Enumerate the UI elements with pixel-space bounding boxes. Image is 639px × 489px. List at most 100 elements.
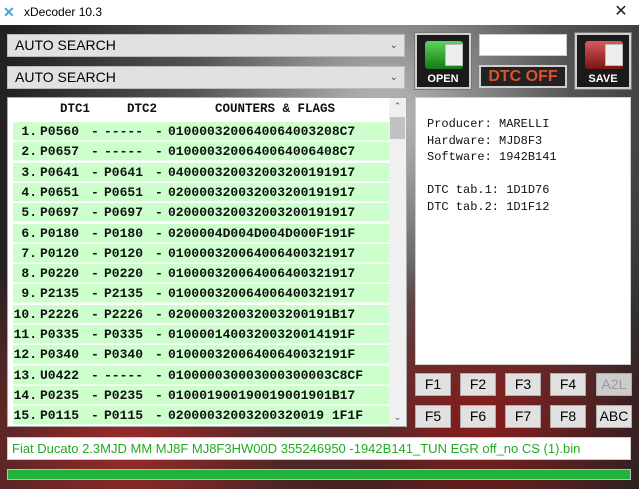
table-row[interactable]: 11. P0335- P0335-01000014003200320014191F: [13, 325, 389, 344]
row-number: 7.: [21, 245, 37, 261]
function-button-f5[interactable]: F5: [415, 405, 451, 428]
row-number: 8.: [21, 266, 37, 282]
table-row[interactable]: 10. P2226- P2226-020000320032003200191B17: [13, 304, 389, 324]
dtc-off-button[interactable]: DTC OFF: [479, 65, 567, 88]
dtc2: P0340: [104, 347, 144, 363]
table-row[interactable]: 12. P0340- P0340-01000032006400640032191F: [13, 345, 389, 365]
red-folder-icon: [585, 41, 623, 69]
chevron-down-icon: ⌄: [389, 72, 398, 83]
function-button-f1[interactable]: F1: [415, 373, 451, 396]
dtc2: P0220: [104, 266, 144, 282]
counters-flags: 010000320064006400321917: [168, 266, 356, 282]
sep: -: [91, 387, 99, 403]
sep: -: [155, 408, 163, 424]
dtc2: P0180: [104, 225, 144, 241]
counters-flags: 010000320064006400321917: [168, 286, 356, 302]
dtc1: P0120: [40, 245, 80, 261]
table-row[interactable]: 8. P0220- P0220-010000320064006400321917: [13, 264, 389, 284]
dtc2: P0115: [104, 408, 144, 424]
table-row[interactable]: 7. P0120- P0120-010000320064006400321917: [13, 243, 389, 263]
open-button[interactable]: OPEN: [414, 32, 472, 90]
counters-flags: 010001900190019001901B17: [168, 387, 356, 403]
scroll-thumb[interactable]: [390, 117, 405, 139]
table-row[interactable]: 1. P0560- ----- -0100003200640064003208C7: [13, 122, 389, 141]
function-button-f8[interactable]: F8: [550, 405, 586, 428]
dtc1: P0235: [40, 387, 80, 403]
sep: -: [91, 367, 99, 383]
sep: -: [155, 225, 163, 241]
green-folder-icon: [425, 41, 463, 69]
close-button[interactable]: ✕: [608, 2, 634, 22]
table-row[interactable]: 15. P0115- P0115-02000032003200320019 1F1F: [13, 406, 389, 426]
table-row[interactable]: 13. U0422- ----- -010000030003000300003C8CF: [13, 365, 389, 385]
sep: -: [91, 184, 99, 200]
table-row[interactable]: 3. P0641- P0641-040000320032003200191917: [13, 162, 389, 182]
sep: -: [91, 266, 99, 282]
table-row[interactable]: 9. P2135- P2135-010000320064006400321917: [13, 284, 389, 304]
table-row[interactable]: 4. P0651- P0651-020000320032003200191917: [13, 182, 389, 202]
select-value: AUTO SEARCH: [15, 37, 116, 53]
counters-flags: 0200004D004D004D000F191F: [168, 225, 356, 241]
dtc2: P0651: [104, 184, 144, 200]
sep: -: [155, 347, 163, 363]
dtc1: P0657: [40, 144, 80, 160]
save-button[interactable]: SAVE: [574, 32, 632, 90]
dtc1: P0180: [40, 225, 80, 241]
sep: -: [155, 306, 163, 322]
row-number: 13.: [13, 367, 37, 383]
function-button-f7[interactable]: F7: [505, 405, 541, 428]
dtc1: P0115: [40, 408, 80, 424]
function-button-a2l[interactable]: A2L: [596, 373, 632, 396]
search-mode-select-2[interactable]: AUTO SEARCH ⌄: [7, 66, 405, 89]
dtc2: P0697: [104, 205, 144, 221]
table-row[interactable]: 14. P0235- P0235-010001900190019001901B17: [13, 385, 389, 405]
dtc2: P0335: [104, 327, 144, 342]
sep: -: [91, 164, 99, 180]
function-button-f4[interactable]: F4: [550, 373, 586, 396]
sep: -: [155, 144, 163, 160]
sep: -: [91, 124, 99, 139]
ecu-info-panel: Producer: MARELLI Hardware: MJD8F3 Softwar…: [415, 97, 631, 365]
info-line: Software: 1942B141: [427, 150, 557, 164]
sep: -: [91, 225, 99, 241]
sep: -: [155, 327, 163, 342]
dtc1: U0422: [40, 367, 80, 383]
row-number: 9.: [21, 286, 37, 302]
dtc2: P2135: [104, 286, 144, 302]
counters-flags: 020000320032003200191B17: [168, 306, 356, 322]
dtc2: -----: [104, 144, 144, 160]
table-row[interactable]: 5. P0697- P0697-020000320032003200191917: [13, 203, 389, 223]
scroll-up-icon[interactable]: ⌃: [389, 98, 406, 115]
x-logo-icon: ✕: [3, 4, 15, 20]
sep: -: [155, 387, 163, 403]
list-scrollbar[interactable]: ⌃ ⌄: [389, 98, 406, 426]
sep: -: [91, 245, 99, 261]
scroll-down-icon[interactable]: ⌄: [389, 409, 406, 426]
sep: -: [91, 286, 99, 302]
dtc2: P0641: [104, 164, 144, 180]
counters-flags: 010000030003000300003C8CF: [168, 367, 364, 383]
function-button-f3[interactable]: F3: [505, 373, 541, 396]
dtc1: P0641: [40, 164, 80, 180]
function-button-f2[interactable]: F2: [460, 373, 496, 396]
info-line: Producer: MARELLI: [427, 117, 550, 131]
dtc1: P2135: [40, 286, 80, 302]
function-button-abc[interactable]: ABC: [596, 405, 632, 428]
progress-bar: [7, 469, 631, 480]
row-number: 1.: [21, 124, 37, 139]
counters-flags: 02000032003200320019 1F1F: [168, 408, 364, 424]
function-button-f6[interactable]: F6: [460, 405, 496, 428]
dtc1: P0560: [40, 124, 80, 139]
search-mode-select-1[interactable]: AUTO SEARCH ⌄: [7, 34, 405, 57]
dtc1: P0220: [40, 266, 80, 282]
dtc1: P0340: [40, 347, 80, 363]
dtc-list[interactable]: 1. P0560- ----- -0100003200640064003208C7 2.…: [7, 97, 407, 427]
sep: -: [91, 306, 99, 322]
row-number: 11.: [13, 327, 37, 342]
table-row[interactable]: 6. P0180- P0180-0200004D004D004D000F191F: [13, 223, 389, 243]
counters-flags: 020000320032003200191917: [168, 205, 356, 221]
counters-flags: 0100003200640064003208C7: [168, 124, 356, 139]
table-row[interactable]: 2. P0657- ----- -0100003200640064006408C7: [13, 142, 389, 162]
text-field[interactable]: [479, 34, 567, 56]
sep: -: [155, 184, 163, 200]
